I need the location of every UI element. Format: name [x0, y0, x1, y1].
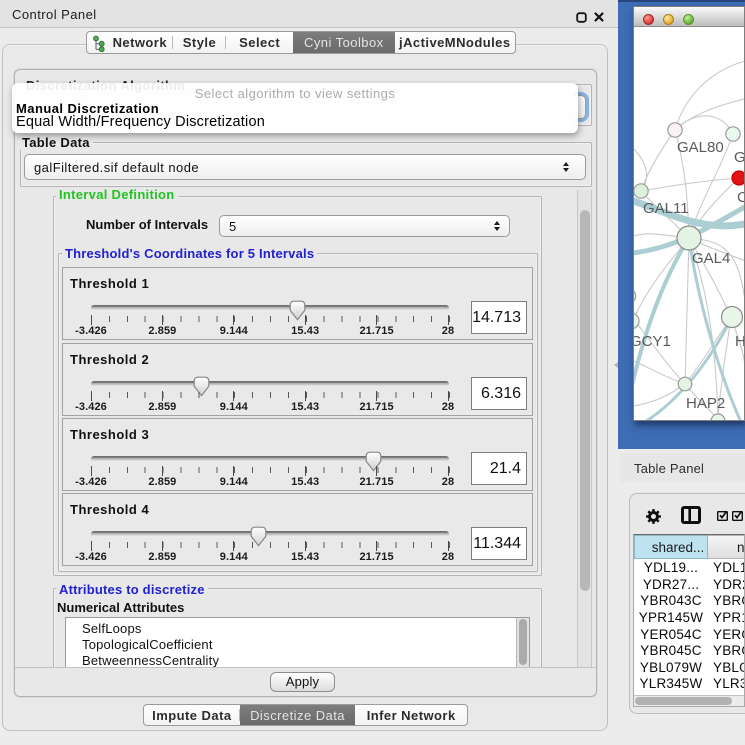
svg-text:H: H	[735, 333, 744, 350]
svg-text:C: C	[737, 189, 744, 206]
svg-text:GCY1: GCY1	[634, 333, 671, 350]
svg-text:GAL4: GAL4	[692, 250, 730, 267]
svg-text:GA: GA	[734, 149, 744, 166]
svg-text:GAL80: GAL80	[677, 139, 724, 156]
svg-text:HAP2: HAP2	[686, 395, 725, 412]
svg-text:GAL11: GAL11	[643, 200, 689, 217]
